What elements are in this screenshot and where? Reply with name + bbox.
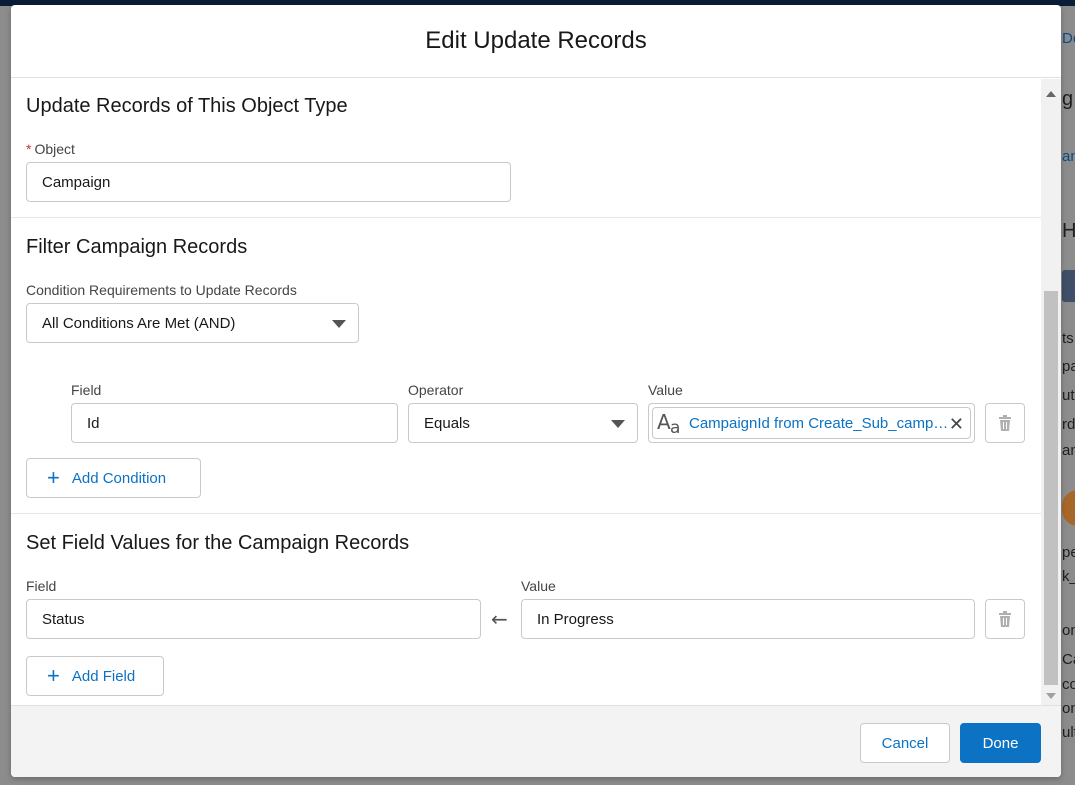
- background-fragment: on: [1062, 622, 1075, 639]
- set-value-input[interactable]: In Progress: [521, 599, 975, 639]
- modal-scrollbar[interactable]: [1041, 79, 1061, 705]
- set-value-header: Value: [521, 578, 556, 594]
- plus-icon: +: [47, 663, 60, 688]
- background-fragment: rds: [1062, 416, 1075, 433]
- background-fragment: an: [1062, 148, 1075, 165]
- condition-operator-value: Equals: [424, 414, 470, 432]
- condition-value-text: CampaignId from Create_Sub_campaign: [689, 414, 949, 432]
- edit-update-records-modal: Edit Update Records Update Records of Th…: [11, 5, 1061, 777]
- trash-icon: [999, 415, 1011, 431]
- set-value-value: In Progress: [537, 610, 614, 628]
- modal-body: Update Records of This Object Type * Obje…: [11, 79, 1061, 705]
- object-input[interactable]: Campaign: [26, 162, 511, 202]
- add-field-label: Add Field: [71, 667, 136, 685]
- background-fragment: k_: [1062, 568, 1075, 585]
- condition-requirements-select[interactable]: All Conditions Are Met (AND): [26, 303, 359, 343]
- modal-title: Edit Update Records: [425, 27, 647, 54]
- condition-value-input[interactable]: Aa CampaignId from Create_Sub_campaign ✕: [648, 403, 975, 443]
- condition-field-input[interactable]: Id: [71, 403, 398, 443]
- set-field-value: Status: [42, 610, 85, 628]
- add-condition-label: Add Condition: [71, 469, 167, 487]
- scrollbar-thumb[interactable]: [1044, 291, 1058, 685]
- section-divider: [11, 513, 1041, 514]
- background-fragment: am: [1062, 442, 1075, 459]
- condition-field-value: Id: [87, 414, 100, 432]
- section-divider: [11, 217, 1041, 218]
- chevron-down-icon: [332, 320, 346, 328]
- condition-field-header: Field: [71, 382, 102, 398]
- cancel-button[interactable]: Cancel: [860, 723, 950, 763]
- background-fragment: ut: [1062, 387, 1075, 404]
- add-condition-button[interactable]: + Add Condition: [26, 458, 201, 498]
- modal-footer: Cancel Done: [11, 705, 1061, 777]
- set-fields-section-title: Set Field Values for the Campaign Record…: [26, 532, 410, 554]
- background-fragment: ts: [1062, 330, 1074, 347]
- condition-requirements-value: All Conditions Are Met (AND): [42, 314, 236, 332]
- condition-value-header: Value: [648, 382, 683, 398]
- background-fragment: Ca: [1062, 651, 1075, 668]
- text-type-icon: Aa: [657, 410, 681, 438]
- background-fragment: g: [1062, 88, 1074, 110]
- condition-value-pill[interactable]: Aa CampaignId from Create_Sub_campaign ✕: [652, 407, 971, 439]
- trash-icon: [999, 611, 1011, 627]
- object-label-text: Object: [34, 141, 75, 157]
- condition-operator-select[interactable]: Equals: [408, 403, 638, 443]
- required-marker: *: [26, 141, 32, 157]
- delete-condition-button[interactable]: [985, 403, 1025, 443]
- add-field-button[interactable]: + Add Field: [26, 656, 164, 696]
- condition-requirements-label: Condition Requirements to Update Records: [26, 282, 297, 298]
- filter-section-title: Filter Campaign Records: [26, 236, 248, 258]
- arrow-left-icon: ←: [491, 607, 508, 631]
- set-field-input[interactable]: Status: [26, 599, 481, 639]
- modal-header: Edit Update Records: [11, 5, 1061, 78]
- chevron-down-icon: [611, 420, 625, 428]
- scroll-down-icon[interactable]: [1046, 693, 1056, 699]
- object-section-title: Update Records of This Object Type: [26, 95, 348, 117]
- object-label: * Object: [26, 141, 75, 157]
- scroll-up-icon[interactable]: [1046, 91, 1056, 97]
- campaign-icon: [1062, 490, 1075, 526]
- lightning-icon: [1062, 270, 1075, 302]
- background-fragment: co: [1062, 676, 1075, 693]
- background-fragment: ult: [1062, 724, 1075, 741]
- background-fragment: He: [1062, 220, 1075, 242]
- object-input-value: Campaign: [42, 173, 111, 191]
- background-fragment: pa: [1062, 358, 1075, 375]
- plus-icon: +: [47, 465, 60, 490]
- delete-field-button[interactable]: [985, 599, 1025, 639]
- condition-operator-header: Operator: [408, 382, 464, 398]
- done-button[interactable]: Done: [960, 723, 1041, 763]
- background-fragment: De: [1062, 30, 1075, 47]
- remove-pill-icon[interactable]: ✕: [949, 414, 964, 435]
- background-fragment: on: [1062, 700, 1075, 717]
- background-fragment: pe: [1062, 544, 1075, 561]
- set-field-header: Field: [26, 578, 57, 594]
